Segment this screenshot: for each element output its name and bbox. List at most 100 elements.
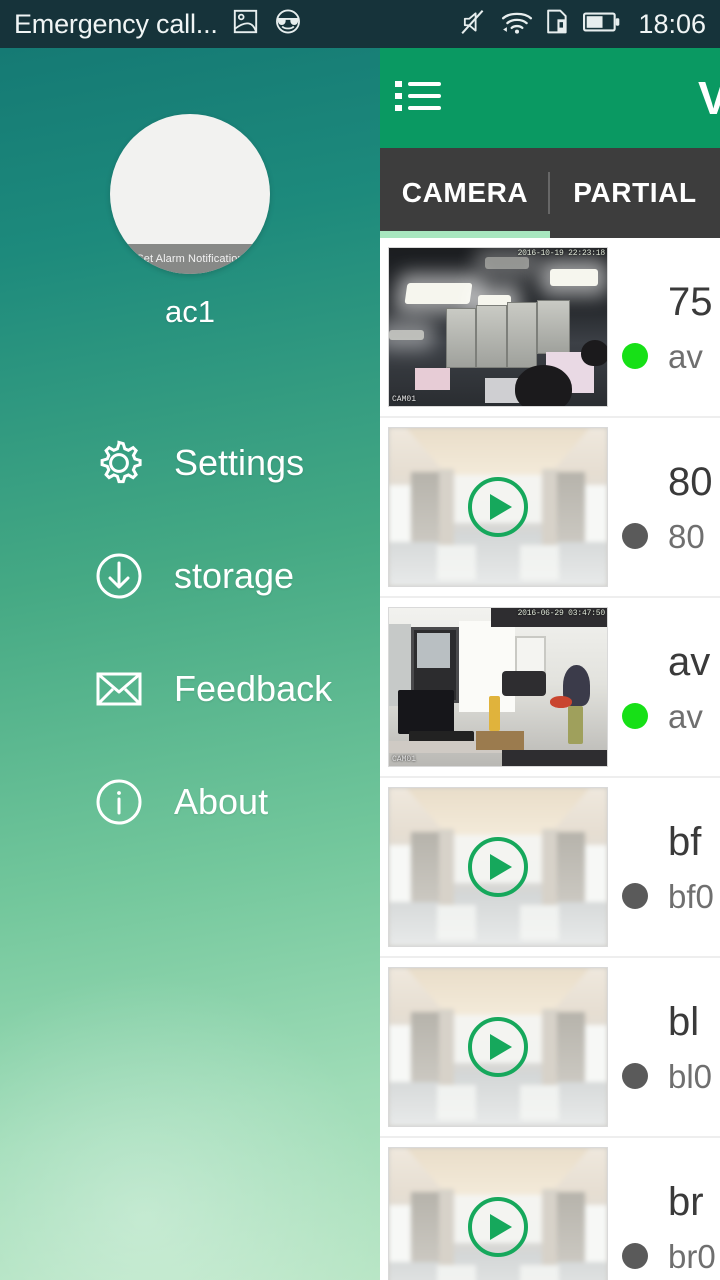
- monitor: [397, 690, 455, 735]
- battery-icon: [583, 10, 621, 39]
- floor-reflection: [436, 544, 477, 580]
- elevator-door: [410, 1192, 440, 1262]
- drawer-item-label: Feedback: [174, 667, 333, 709]
- thumbnail-camera-label: CAM01: [392, 755, 417, 764]
- camera-thumbnail[interactable]: [388, 967, 608, 1127]
- camera-thumbnail[interactable]: [388, 427, 608, 587]
- camera-status-row: av: [622, 340, 720, 373]
- profile-section[interactable]: Set Alarm Notification ac1: [0, 48, 380, 330]
- cabinet: [476, 304, 507, 369]
- thumbnail-camera-label: CAM01: [392, 395, 417, 404]
- ceiling-light: [484, 257, 529, 269]
- window-light: [389, 1204, 411, 1262]
- ceiling: [406, 788, 590, 836]
- photo-icon: [232, 8, 259, 40]
- floor-reflection: [519, 1264, 560, 1280]
- drawer-item-storage[interactable]: storage: [0, 519, 380, 632]
- floor-reflection: [436, 1084, 477, 1120]
- camera-thumbnail[interactable]: 2016-06-29 03:47:50 CAM01: [388, 607, 608, 767]
- tab-partial[interactable]: PARTIAL: [550, 148, 720, 238]
- navigation-drawer: Set Alarm Notification ac1 Settings stor…: [0, 48, 380, 1280]
- status-notification-text: Emergency call...: [14, 8, 218, 39]
- camera-info: 75 av: [608, 247, 720, 407]
- status-indicator-dot: [622, 523, 648, 549]
- drawer-item-settings[interactable]: Settings: [0, 406, 380, 519]
- username-label: ac1: [165, 294, 215, 329]
- red-object: [550, 696, 573, 708]
- floor-reflection: [519, 544, 560, 580]
- status-bar-right: 18:06: [460, 8, 706, 40]
- app-title: V: [698, 72, 720, 124]
- pillar: [541, 829, 557, 905]
- camera-list-item[interactable]: br br0: [380, 1138, 720, 1280]
- envelope-icon: [92, 662, 146, 716]
- pillar: [439, 829, 455, 905]
- status-indicator-dot: [622, 1243, 648, 1269]
- camera-subtitle: av: [668, 337, 703, 375]
- drawer-item-about[interactable]: About: [0, 745, 380, 858]
- floor-reflection: [519, 904, 560, 940]
- menu-button[interactable]: [380, 48, 456, 148]
- drawer-item-feedback[interactable]: Feedback: [0, 632, 380, 745]
- download-circle-icon: [92, 549, 146, 603]
- camera-status-row: bf0: [622, 880, 720, 913]
- status-clock: 18:06: [638, 8, 706, 39]
- camera-info: 80 80: [608, 427, 720, 587]
- play-button-icon[interactable]: [468, 1017, 528, 1077]
- drawer-item-label: About: [174, 780, 269, 822]
- camera-thumbnail[interactable]: 2016-10-19 22:23:18 CAM01: [388, 247, 608, 407]
- camera-list-item[interactable]: bl bl0: [380, 958, 720, 1138]
- camera-list-item[interactable]: bf bf0: [380, 778, 720, 958]
- status-bar: Emergency call... 18:06: [0, 0, 720, 48]
- window-light: [585, 844, 607, 902]
- thumbnail-timestamp: 2016-06-29 03:47:50: [517, 609, 606, 618]
- camera-thumbnail[interactable]: [388, 1147, 608, 1280]
- pillar: [439, 1009, 455, 1085]
- camera-title: 75: [668, 279, 713, 324]
- camera-thumbnail[interactable]: [388, 787, 608, 947]
- floor-reflection: [519, 1084, 560, 1120]
- camera-subtitle: bf0: [668, 877, 714, 915]
- desk-surface: [415, 368, 451, 391]
- status-indicator-dot: [622, 703, 648, 729]
- elevator-door: [410, 832, 440, 902]
- ceiling-light: [550, 268, 599, 286]
- camera-subtitle: br0: [668, 1237, 716, 1275]
- pillar: [541, 469, 557, 545]
- camera-list[interactable]: 2016-10-19 22:23:18 CAM01 75 av 80 80 20…: [380, 238, 720, 1280]
- alarm-notification-label: Set Alarm Notification: [136, 253, 244, 265]
- camera-subtitle: 80: [668, 517, 705, 555]
- camera-status-row: br0: [622, 1240, 720, 1273]
- wall: [458, 620, 516, 713]
- camera-info: br br0: [608, 1147, 720, 1280]
- desk-shadow: [502, 750, 607, 766]
- play-button-icon[interactable]: [468, 1197, 528, 1257]
- gear-icon: [92, 436, 146, 490]
- camera-list-item[interactable]: 80 80: [380, 418, 720, 598]
- elevator-door: [410, 472, 440, 542]
- camera-title: bl: [668, 999, 700, 1044]
- ceiling: [406, 968, 590, 1016]
- avatar[interactable]: Set Alarm Notification: [110, 114, 270, 274]
- camera-list-item[interactable]: 2016-10-19 22:23:18 CAM01 75 av: [380, 238, 720, 418]
- camera-status-row: av: [622, 700, 720, 733]
- tab-camera-label: CAMERA: [401, 177, 529, 208]
- info-circle-icon: [92, 775, 146, 829]
- elevator-door: [410, 1012, 440, 1082]
- tab-camera[interactable]: CAMERA: [380, 148, 550, 238]
- pillar: [439, 1189, 455, 1265]
- thumbnail-timestamp: 2016-10-19 22:23:18: [517, 249, 606, 258]
- elevator-door: [556, 832, 586, 902]
- floor-reflection: [436, 904, 477, 940]
- window-light: [585, 484, 607, 542]
- door-glass: [417, 633, 451, 669]
- cabinet: [445, 308, 477, 369]
- elevator-door: [556, 472, 586, 542]
- camera-list-item[interactable]: 2016-06-29 03:47:50 CAM01 av av: [380, 598, 720, 778]
- play-button-icon[interactable]: [468, 837, 528, 897]
- camera-status-row: bl0: [622, 1060, 720, 1093]
- ceiling: [406, 1148, 590, 1196]
- person-head: [580, 339, 607, 367]
- play-button-icon[interactable]: [468, 477, 528, 537]
- alarm-notification-band[interactable]: Set Alarm Notification: [110, 244, 270, 274]
